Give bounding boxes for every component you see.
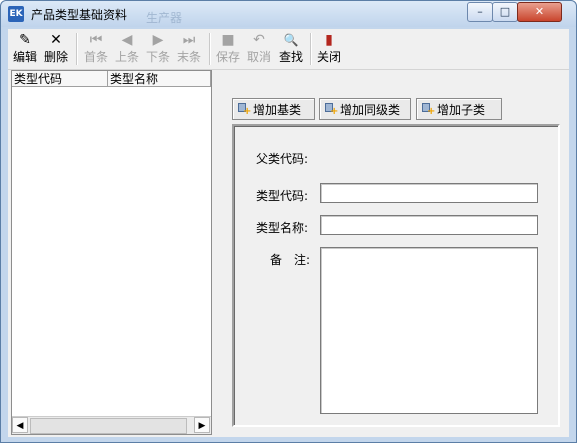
column-header-type-code[interactable]: 类型代码 [12, 71, 108, 87]
add-sibling-class-label: 增加同级类 [340, 103, 401, 117]
last-record-label: 末条 [176, 50, 201, 64]
window-title: 产品类型基础资料 [31, 8, 128, 22]
add-sibling-class-button[interactable]: + 增加同级类 [319, 98, 411, 120]
next-record-button[interactable]: ▶ 下条 [143, 31, 173, 67]
find-button[interactable]: 🔍 查找 [276, 31, 306, 67]
parent-code-label: 父类代码: [256, 152, 309, 166]
delete-label: 删除 [43, 50, 68, 64]
last-record-button[interactable]: ⏭ 末条 [174, 31, 204, 67]
type-detail-form: 父类代码: 类型代码: 类型名称: 备 注: [232, 124, 560, 427]
horizontal-scrollbar[interactable]: ◀ ▶ [12, 416, 211, 434]
product-type-window: EK 产品类型基础资料 生产器 – □ ✕ ✎ 编辑 ✕ 删除 ⏮ 首条 ◀ 上… [0, 0, 577, 443]
find-label: 查找 [278, 50, 303, 64]
next-record-icon: ▶ [152, 32, 164, 48]
toolbar-separator [310, 33, 312, 65]
scroll-right-button[interactable]: ▶ [194, 417, 210, 433]
cancel-button[interactable]: ↶ 取消 [244, 31, 274, 67]
type-code-label: 类型代码: [256, 189, 309, 203]
edit-button[interactable]: ✎ 编辑 [10, 31, 40, 67]
first-record-label: 首条 [83, 50, 108, 64]
scroll-left-button[interactable]: ◀ [12, 417, 28, 433]
title-bar[interactable]: EK 产品类型基础资料 生产器 – □ ✕ [1, 1, 576, 27]
type-tree-list[interactable]: 类型代码 类型名称 ◀ ▶ [11, 70, 212, 435]
add-sibling-class-icon: + [325, 103, 338, 117]
add-base-class-label: 增加基类 [253, 103, 302, 117]
minimize-button[interactable]: – [467, 2, 493, 22]
column-header-type-name[interactable]: 类型名称 [108, 71, 211, 87]
delete-button[interactable]: ✕ 删除 [41, 31, 71, 67]
next-record-label: 下条 [145, 50, 170, 64]
add-child-class-icon: + [422, 103, 435, 117]
type-code-input[interactable] [320, 183, 538, 203]
remark-label: 备 注: [270, 253, 311, 267]
background-window-title: 生产器 [146, 11, 183, 25]
save-button[interactable]: ■ 保存 [213, 31, 243, 67]
close-window-button[interactable]: ✕ [517, 2, 562, 22]
client-area: ✎ 编辑 ✕ 删除 ⏮ 首条 ◀ 上条 ▶ 下条 ⏭ 末条 ■ 保存 ↶ 取消 … [8, 29, 569, 437]
last-record-icon: ⏭ [182, 32, 196, 48]
edit-icon: ✎ [19, 32, 31, 48]
scroll-thumb[interactable] [30, 418, 187, 434]
find-icon: 🔍 [283, 33, 299, 47]
save-icon: ■ [221, 32, 235, 48]
add-base-class-icon: + [238, 103, 251, 117]
toolbar-separator [209, 33, 211, 65]
remark-textarea[interactable] [320, 247, 538, 414]
close-label: 关闭 [316, 50, 341, 64]
maximize-button[interactable]: □ [492, 2, 518, 22]
cancel-label: 取消 [246, 50, 271, 64]
delete-icon: ✕ [50, 32, 62, 48]
add-child-class-button[interactable]: + 增加子类 [416, 98, 502, 120]
previous-record-button[interactable]: ◀ 上条 [112, 31, 142, 67]
app-icon: EK [8, 6, 24, 22]
previous-record-label: 上条 [114, 50, 139, 64]
type-name-input[interactable] [320, 215, 538, 235]
save-label: 保存 [215, 50, 240, 64]
first-record-icon: ⏮ [89, 32, 103, 48]
toolbar-separator [76, 33, 78, 65]
first-record-button[interactable]: ⏮ 首条 [81, 31, 111, 67]
toolbar: ✎ 编辑 ✕ 删除 ⏮ 首条 ◀ 上条 ▶ 下条 ⏭ 末条 ■ 保存 ↶ 取消 … [8, 29, 569, 70]
previous-record-icon: ◀ [121, 32, 133, 48]
edit-label: 编辑 [12, 50, 37, 64]
exit-door-icon: ▮ [325, 32, 333, 48]
add-child-class-label: 增加子类 [437, 103, 486, 117]
undo-icon: ↶ [253, 32, 265, 48]
close-button[interactable]: ▮ 关闭 [314, 31, 344, 67]
add-base-class-button[interactable]: + 增加基类 [232, 98, 315, 120]
type-name-label: 类型名称: [256, 221, 309, 235]
